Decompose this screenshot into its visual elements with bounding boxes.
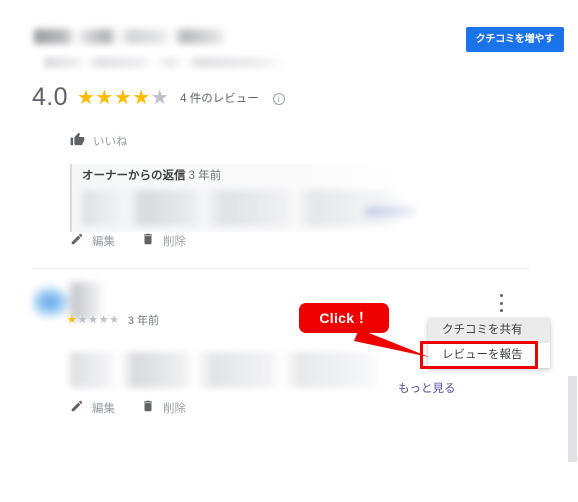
trash-icon <box>141 232 155 249</box>
review-actions-1: 編集 削除 <box>70 232 186 249</box>
rating-stars: ★★★★★ <box>77 88 169 108</box>
owner-reply-header: オーナーからの返信 3 年前 <box>82 167 400 183</box>
owner-reply-ago: 3 年前 <box>188 170 222 182</box>
review-2-stars: ★★★★★ <box>67 313 120 326</box>
owner-reply-title: オーナーからの返信 <box>82 170 186 182</box>
like-label: いいね <box>93 136 128 148</box>
review-actions-2: 編集 削除 <box>70 399 186 416</box>
business-address-redacted <box>44 57 287 68</box>
owner-reply-body-redacted <box>82 190 414 226</box>
star-empty-2: ★ <box>77 313 89 326</box>
edit-review-button[interactable]: 編集 <box>70 399 115 416</box>
scrollbar-thumb[interactable] <box>568 376 577 462</box>
menu-item-report-review[interactable]: レビューを報告 <box>428 343 550 368</box>
rating-score: 4.0 <box>32 83 68 111</box>
scrollbar-track[interactable] <box>566 0 578 502</box>
pencil-icon <box>70 232 84 249</box>
pencil-icon <box>70 399 84 416</box>
star-filled-1: ★ <box>76 86 96 109</box>
review-2-body-redacted <box>70 352 382 388</box>
owner-reply-link-redacted <box>366 207 414 216</box>
star-empty-4: ★ <box>98 313 110 326</box>
review-2-ago: 3 年前 <box>127 315 159 327</box>
delete-reply-button[interactable]: 削除 <box>141 232 186 249</box>
more-vertical-icon[interactable] <box>493 292 509 314</box>
trash-icon <box>141 399 155 416</box>
star-filled-1: ★ <box>67 313 78 326</box>
kebab-dot-1 <box>499 294 503 297</box>
review-context-menu: クチコミを共有 レビューを報告 <box>428 318 550 368</box>
business-name-redacted <box>34 29 226 44</box>
star-empty-5: ★ <box>150 86 170 109</box>
click-callout-label: Click！ <box>319 310 369 326</box>
promote-reviews-button[interactable]: クチコミを増やす <box>465 27 564 52</box>
info-icon[interactable]: i <box>272 92 285 105</box>
star-empty-5: ★ <box>109 313 120 326</box>
rating-summary: 4.0 ★★★★★ 4 件のレビュー i <box>32 85 285 110</box>
star-filled-3: ★ <box>113 86 133 109</box>
edit-review-label: 編集 <box>92 402 115 415</box>
menu-item-share-review[interactable]: クチコミを共有 <box>428 318 550 343</box>
edit-reply-button[interactable]: 編集 <box>70 232 115 249</box>
star-filled-2: ★ <box>95 86 114 109</box>
see-more-link[interactable]: もっと見る <box>398 380 456 396</box>
kebab-dot-2 <box>499 301 503 305</box>
star-filled-4: ★ <box>132 86 151 109</box>
like-row[interactable]: いいね <box>70 132 128 150</box>
review-count-label: 4 件のレビュー <box>180 92 259 105</box>
delete-review-button[interactable]: 削除 <box>141 399 186 416</box>
owner-reply-block: オーナーからの返信 3 年前 <box>70 164 414 232</box>
click-callout: Click！ <box>299 303 389 333</box>
kebab-dot-3 <box>499 309 503 312</box>
review-2-rating: ★★★★★ 3 年前 <box>67 312 159 328</box>
star-empty-3: ★ <box>88 313 99 326</box>
review-divider <box>34 268 529 269</box>
edit-reply-label: 編集 <box>92 235 115 248</box>
thumbs-up-icon <box>70 132 85 150</box>
delete-reply-label: 削除 <box>163 235 186 248</box>
delete-review-label: 削除 <box>163 402 186 415</box>
